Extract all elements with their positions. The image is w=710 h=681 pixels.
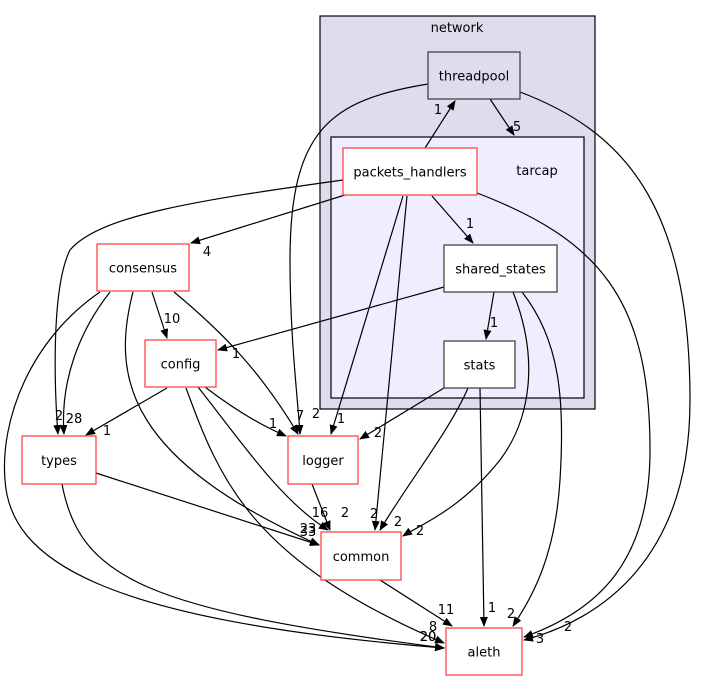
edge-label: 2	[370, 507, 378, 522]
node-label: stats	[464, 359, 496, 374]
node-label: config	[161, 358, 201, 373]
edge-label: 5	[513, 120, 521, 135]
node-label: common	[333, 550, 390, 565]
edge-label: 11	[438, 603, 455, 618]
edge-label: 2	[374, 426, 382, 441]
node-threadpool[interactable]: threadpool	[427, 51, 521, 100]
edge-label: 20	[420, 630, 437, 645]
edge-label: 1	[269, 417, 277, 432]
node-label: packets_handlers	[353, 166, 466, 181]
node-label: threadpool	[439, 70, 509, 85]
edge-label: 10	[164, 312, 181, 327]
directory-dependency-graph: networktarcap 15234211221122221107282320…	[3, 15, 691, 676]
edge-label: 2	[416, 524, 424, 539]
edge-label: 1	[488, 601, 496, 616]
cluster-label-tarcap: tarcap	[516, 164, 558, 179]
node-shared_states[interactable]: shared_states	[443, 244, 558, 293]
node-stats[interactable]: stats	[443, 340, 516, 389]
node-consensus[interactable]: consensus	[96, 243, 190, 292]
edge-label: 3	[536, 632, 544, 647]
edge-label: 1	[490, 316, 498, 331]
edge-label: 33	[300, 525, 317, 540]
edge-config-to-types[interactable]	[85, 387, 168, 436]
node-label: aleth	[468, 646, 501, 661]
node-aleth[interactable]: aleth	[445, 627, 523, 676]
edge-label: 2	[394, 515, 402, 530]
edge-types-to-common[interactable]	[95, 472, 320, 547]
edge-label: 4	[203, 245, 211, 260]
cluster-label-network: network	[431, 21, 484, 36]
node-label: types	[41, 454, 77, 469]
edge-label: 1	[103, 424, 111, 439]
edge-label: 2	[312, 407, 320, 422]
node-label: logger	[302, 454, 344, 469]
edge-label: 1	[466, 217, 474, 232]
edge-label: 2	[507, 607, 515, 622]
node-label: shared_states	[455, 263, 546, 278]
edge-stats-to-aleth[interactable]	[479, 387, 488, 627]
node-label: consensus	[109, 262, 177, 277]
edge-label: 28	[66, 412, 83, 427]
edge-label: 2	[564, 620, 572, 635]
edge-label: 2	[341, 506, 349, 521]
edge-label: 1	[337, 412, 345, 427]
node-packets_handlers[interactable]: packets_handlers	[342, 147, 478, 196]
node-logger[interactable]: logger	[287, 435, 359, 485]
edge-label: 2	[55, 409, 63, 424]
edge-label: 7	[296, 409, 304, 424]
node-config[interactable]: config	[144, 339, 217, 388]
node-types[interactable]: types	[21, 435, 97, 485]
edge-packets_handlers-to-types[interactable]	[53, 179, 344, 435]
node-common[interactable]: common	[320, 531, 402, 581]
edge-label: 1	[434, 103, 442, 118]
